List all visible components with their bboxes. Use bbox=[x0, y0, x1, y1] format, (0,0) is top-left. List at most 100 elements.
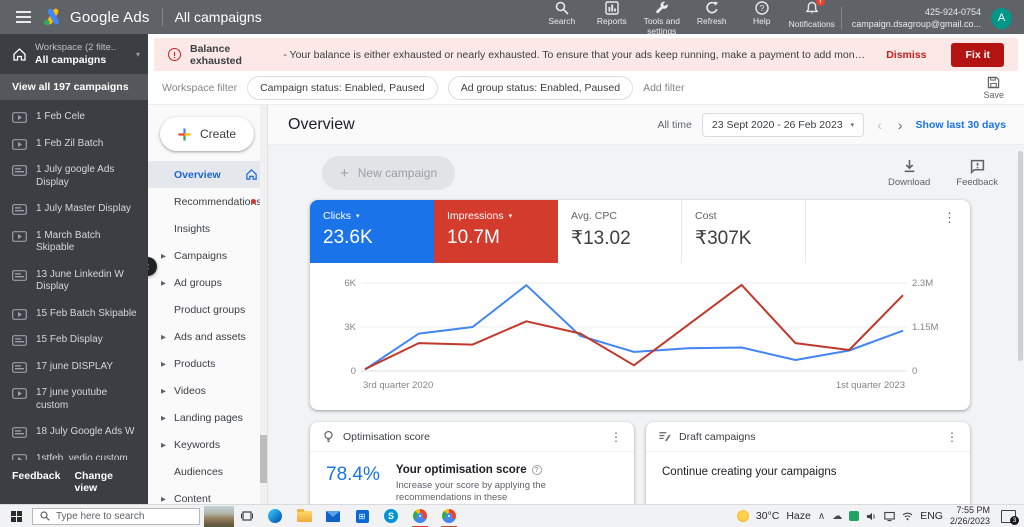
nav-item-audiences[interactable]: Audiences bbox=[148, 458, 267, 485]
nav-item-ad-groups[interactable]: ▶Ad groups bbox=[148, 269, 267, 296]
campaign-list-item[interactable]: 13 June Linkedin W Display bbox=[0, 262, 148, 301]
card-menu-button[interactable]: ⋮ bbox=[610, 430, 622, 444]
draft-campaigns-card: Draft campaigns ⋮ Continue creating your… bbox=[646, 422, 970, 504]
add-filter-button[interactable]: Add filter bbox=[643, 82, 684, 94]
chevron-down-icon: ▾ bbox=[136, 50, 140, 59]
previous-period-button[interactable]: ‹ bbox=[874, 117, 885, 133]
menu-icon[interactable] bbox=[8, 0, 38, 34]
campaign-list-item[interactable]: 17 june DISPLAY bbox=[0, 354, 148, 381]
expand-arrow-icon: ▶ bbox=[161, 333, 166, 341]
hidden-icons-chevron[interactable]: ∧ bbox=[818, 511, 825, 522]
overview-main: Overview All time 23 Sept 2020 - 26 Feb … bbox=[268, 105, 1024, 504]
chrome-icon[interactable] bbox=[410, 505, 430, 527]
campaign-list-item[interactable]: 1 March Batch Skipable bbox=[0, 223, 148, 262]
new-campaign-button[interactable]: + New campaign bbox=[322, 156, 455, 190]
chrome-icon-2[interactable] bbox=[439, 505, 459, 527]
page-title: Overview bbox=[288, 116, 355, 134]
svg-text:6K: 6K bbox=[344, 278, 356, 289]
edge-icon[interactable] bbox=[265, 505, 285, 527]
tools-and-settings-button[interactable]: Tools and settings bbox=[637, 1, 687, 36]
nav-item-product-groups[interactable]: Product groups bbox=[148, 296, 267, 323]
help-button[interactable]: ? Help bbox=[737, 1, 787, 26]
display-campaign-icon bbox=[12, 270, 27, 281]
show-last-30-days-link[interactable]: Show last 30 days bbox=[916, 119, 1006, 131]
nav-item-ads-and-assets[interactable]: ▶Ads and assets bbox=[148, 323, 267, 350]
change-view-link[interactable]: Change view bbox=[74, 470, 136, 494]
start-button[interactable] bbox=[0, 505, 32, 527]
workarea: ‹ Create Overview Recomme bbox=[148, 105, 1024, 504]
metric-tile-impressions[interactable]: Impressions▾ 10.7M bbox=[434, 200, 558, 263]
nav-item-products[interactable]: ▶Products bbox=[148, 350, 267, 377]
create-button[interactable]: Create bbox=[160, 117, 254, 151]
onedrive-icon[interactable]: ☁ bbox=[832, 511, 842, 522]
nav-item-campaigns[interactable]: ▶Campaigns bbox=[148, 242, 267, 269]
nav-item-insights[interactable]: Insights bbox=[148, 215, 267, 242]
time-range-label: All time bbox=[657, 119, 691, 131]
campaign-list-item[interactable]: 1 July google Ads Display bbox=[0, 157, 148, 196]
campaign-list-item[interactable]: 18 July Google Ads W bbox=[0, 419, 148, 446]
action-center-icon[interactable]: 3 bbox=[1001, 510, 1016, 523]
nav-item-videos[interactable]: ▶Videos bbox=[148, 377, 267, 404]
language-indicator[interactable]: ENG bbox=[920, 510, 943, 522]
skype-icon[interactable]: S bbox=[381, 505, 401, 527]
campaign-list-item[interactable]: 15 Feb Display bbox=[0, 327, 148, 354]
campaign-list-item[interactable]: 1 Feb Cele bbox=[0, 104, 148, 131]
nav-item-content[interactable]: ▶Content bbox=[148, 485, 267, 504]
nav-item-landing-pages[interactable]: ▶Landing pages bbox=[148, 404, 267, 431]
campaign-status-filter-chip[interactable]: Campaign status: Enabled, Paused bbox=[247, 76, 438, 100]
wifi-icon[interactable] bbox=[902, 511, 913, 522]
nav-scrollbar[interactable] bbox=[260, 105, 267, 504]
speaker-icon[interactable] bbox=[866, 511, 877, 522]
nav-item-overview[interactable]: Overview bbox=[148, 161, 267, 188]
campaign-list-item[interactable]: 15 Feb Batch Skipable bbox=[0, 301, 148, 328]
ad-group-status-filter-chip[interactable]: Ad group status: Enabled, Paused bbox=[448, 76, 633, 100]
view-all-campaigns-link[interactable]: View all 197 campaigns bbox=[0, 74, 148, 100]
expand-arrow-icon: ▶ bbox=[161, 441, 166, 449]
workspace-filter-label: Workspace filter bbox=[162, 82, 237, 94]
topbar: Google Ads All campaigns Search Reports … bbox=[0, 0, 1024, 34]
task-view-button[interactable] bbox=[234, 510, 260, 522]
feedback-link[interactable]: Feedback bbox=[12, 470, 60, 494]
reports-button[interactable]: Reports bbox=[587, 1, 637, 26]
video-campaign-icon bbox=[12, 139, 27, 150]
campaign-list-item[interactable]: 1 Feb Zil Batch bbox=[0, 131, 148, 158]
time: 7:55 PM bbox=[950, 505, 990, 516]
campaign-list-item[interactable]: 17 june youtube custom bbox=[0, 380, 148, 419]
nav-item-recommendations[interactable]: Recommendations bbox=[148, 188, 267, 215]
search-button[interactable]: Search bbox=[537, 1, 587, 26]
weather-condition[interactable]: Haze bbox=[786, 510, 811, 522]
file-explorer-icon[interactable] bbox=[294, 505, 314, 527]
temperature[interactable]: 30°C bbox=[756, 510, 779, 522]
fix-it-button[interactable]: Fix it bbox=[951, 43, 1004, 67]
workspace-selector[interactable]: Workspace (2 filte.. All campaigns ▾ bbox=[0, 34, 148, 74]
display-device-icon[interactable] bbox=[884, 511, 895, 522]
taskbar-clock[interactable]: 7:55 PM 2/26/2023 bbox=[950, 505, 990, 527]
refresh-button[interactable]: Refresh bbox=[687, 1, 737, 26]
date-range-picker[interactable]: 23 Sept 2020 - 26 Feb 2023 ▾ bbox=[702, 113, 864, 137]
battery-icon[interactable] bbox=[849, 511, 859, 521]
card-menu-button[interactable]: ⋮ bbox=[929, 200, 970, 263]
main-scrollbar[interactable] bbox=[1017, 147, 1024, 504]
card-menu-button[interactable]: ⋮ bbox=[946, 430, 958, 444]
metric-tile-clicks[interactable]: Clicks▾ 23.6K bbox=[310, 200, 434, 263]
metric-tile-cost[interactable]: Cost ₹307K bbox=[682, 200, 806, 263]
weather-sun-icon[interactable] bbox=[737, 510, 749, 522]
weather-thumbnail[interactable] bbox=[204, 506, 234, 527]
feedback-button[interactable]: Feedback bbox=[956, 159, 998, 188]
avatar[interactable]: A bbox=[991, 8, 1012, 29]
divider bbox=[841, 7, 842, 29]
mail-icon[interactable] bbox=[323, 505, 343, 527]
help-icon[interactable]: ? bbox=[532, 465, 542, 475]
nav-item-keywords[interactable]: ▶Keywords bbox=[148, 431, 267, 458]
download-button[interactable]: Download bbox=[888, 159, 930, 188]
metric-tile-avg-cpc[interactable]: Avg. CPC ₹13.02 bbox=[558, 200, 682, 263]
save-button[interactable]: Save bbox=[983, 76, 1012, 100]
dismiss-button[interactable]: Dismiss bbox=[886, 49, 926, 61]
taskbar-search-input[interactable]: Type here to search bbox=[32, 508, 200, 525]
campaign-list-item[interactable]: 1 July Master Display bbox=[0, 196, 148, 223]
account-info[interactable]: 425-924-0754 campaign.dsagroup@gmail.co.… bbox=[852, 6, 981, 30]
next-period-button[interactable]: › bbox=[895, 117, 906, 133]
cost-value: ₹307K bbox=[695, 227, 792, 250]
microsoft-store-icon[interactable]: ⊞ bbox=[352, 505, 372, 527]
notifications-button[interactable]: ! Notifications bbox=[787, 1, 837, 29]
